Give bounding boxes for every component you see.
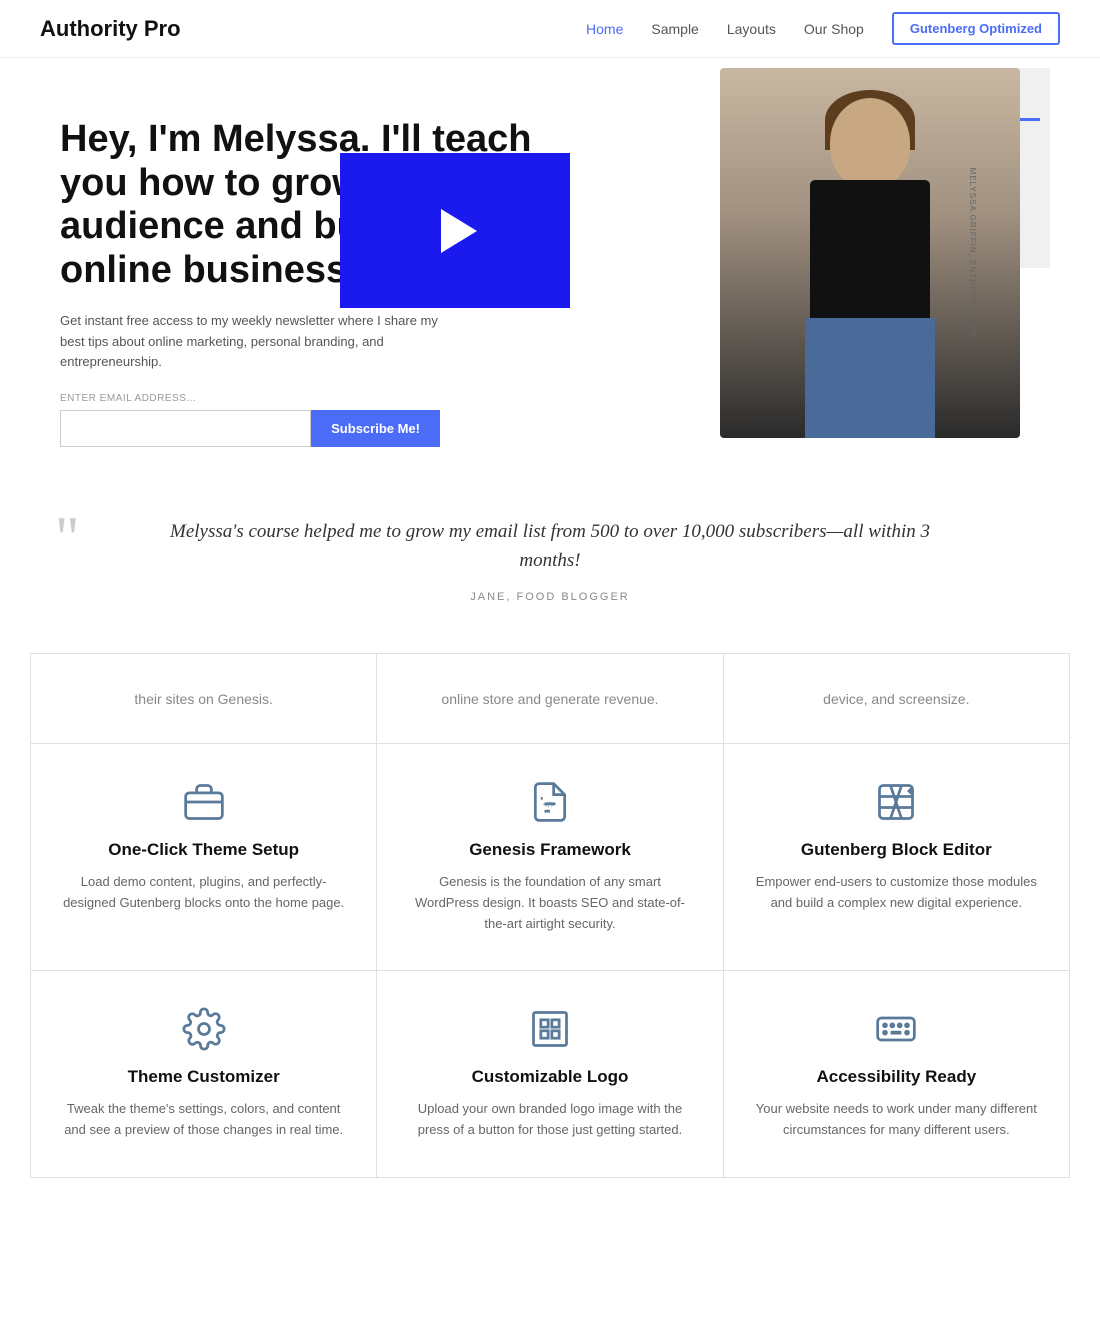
feature-title-1: One-Click Theme Setup [61, 840, 346, 860]
hero-image-area: MELYSSA GRIFFIN, ENTREPREUNER [700, 68, 1040, 438]
subscribe-button[interactable]: Subscribe Me! [311, 410, 440, 447]
gear-icon [182, 1007, 226, 1051]
gutenberg-optimized-button[interactable]: Gutenberg Optimized [892, 12, 1060, 45]
email-input[interactable] [60, 410, 311, 447]
person-body [810, 180, 930, 340]
code-icon: </> [528, 780, 572, 824]
feature-desc-3: Empower end-users to customize those mod… [754, 872, 1039, 914]
feature-partial-3: device, and screensize. [724, 654, 1070, 744]
feature-title-3: Gutenberg Block Editor [754, 840, 1039, 860]
quote-author: JANE, FOOD BLOGGER [470, 591, 629, 603]
quote-section: " Melyssa's course helped me to grow my … [0, 478, 1100, 623]
feature-title-2: Genesis Framework [407, 840, 692, 860]
feature-genesis: </> Genesis Framework Genesis is the fou… [377, 744, 723, 971]
feature-title-4: Theme Customizer [61, 1067, 346, 1087]
partial-text-3: device, and screensize. [823, 691, 969, 707]
nav-link-sample[interactable]: Sample [651, 21, 698, 37]
feature-one-click: One-Click Theme Setup Load demo content,… [31, 744, 377, 971]
briefcase-icon [182, 780, 226, 824]
feature-desc-4: Tweak the theme's settings, colors, and … [61, 1099, 346, 1141]
nav-logo: Authority Pro [40, 16, 181, 42]
person-jeans [805, 318, 935, 438]
feature-desc-1: Load demo content, plugins, and perfectl… [61, 872, 346, 914]
feature-customizer: Theme Customizer Tweak the theme's setti… [31, 971, 377, 1178]
feature-title-6: Accessibility Ready [754, 1067, 1039, 1087]
partial-text-1: their sites on Genesis. [134, 691, 273, 707]
feature-desc-6: Your website needs to work under many di… [754, 1099, 1039, 1141]
feature-partial-2: online store and generate revenue. [377, 654, 723, 744]
edit-icon [874, 780, 918, 824]
feature-title-5: Customizable Logo [407, 1067, 692, 1087]
logo-icon [528, 1007, 572, 1051]
video-play-button[interactable] [340, 153, 570, 308]
hero-subtitle: Get instant free access to my weekly new… [60, 311, 440, 373]
person-head [830, 98, 910, 188]
play-icon [441, 209, 477, 253]
partial-text-2: online store and generate revenue. [441, 691, 658, 707]
feature-desc-5: Upload your own branded logo image with … [407, 1099, 692, 1141]
feature-partial-1: their sites on Genesis. [31, 654, 377, 744]
feature-logo: Customizable Logo Upload your own brande… [377, 971, 723, 1178]
keyboard-icon [874, 1007, 918, 1051]
nav-links: Home Sample Layouts Our Shop Gutenberg O… [586, 12, 1060, 45]
hero-section: Hey, I'm Melyssa. I'll teach you how to … [0, 58, 1100, 478]
quote-mark-icon: " [55, 508, 80, 568]
nav-link-shop[interactable]: Our Shop [804, 21, 864, 37]
quote-text: Melyssa's course helped me to grow my em… [140, 518, 960, 575]
features-grid: their sites on Genesis. online store and… [30, 653, 1070, 1178]
email-label: ENTER EMAIL ADDRESS... [60, 393, 680, 404]
hero-form: Subscribe Me! [60, 410, 440, 447]
feature-desc-2: Genesis is the foundation of any smart W… [407, 872, 692, 934]
nav-link-home[interactable]: Home [586, 21, 623, 37]
nav-link-layouts[interactable]: Layouts [727, 21, 776, 37]
navigation: Authority Pro Home Sample Layouts Our Sh… [0, 0, 1100, 58]
feature-accessibility: Accessibility Ready Your website needs t… [724, 971, 1070, 1178]
svg-text:</>: </> [543, 800, 556, 810]
feature-gutenberg: Gutenberg Block Editor Empower end-users… [724, 744, 1070, 971]
image-caption: MELYSSA GRIFFIN, ENTREPREUNER [968, 168, 977, 339]
